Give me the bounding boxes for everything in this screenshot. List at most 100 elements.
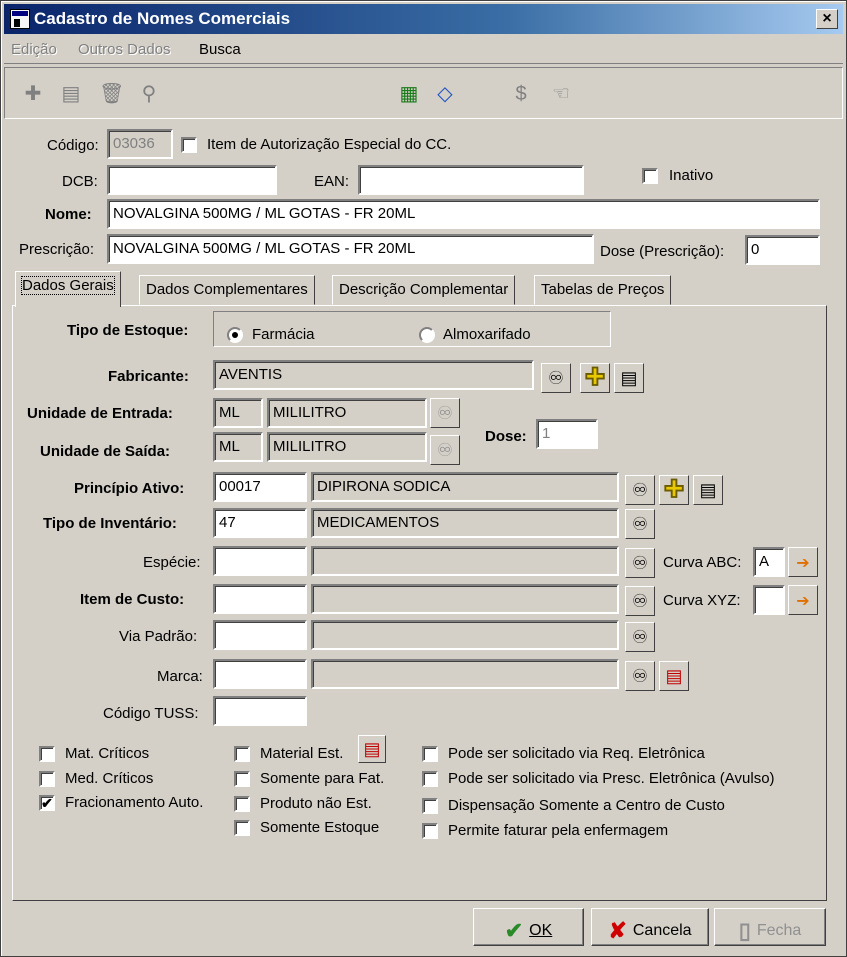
plus-icon: ✚ [584,364,606,392]
req-eletronica-checkbox[interactable] [422,746,438,762]
dose-prescricao-field[interactable]: 0 [745,235,820,265]
item-custo-label: Item de Custo: [80,591,185,608]
trash-icon[interactable]: 🗑 [99,82,124,106]
principio-ativo-add-button[interactable]: ✚ [659,475,689,505]
door-icon: ▯ [738,918,751,943]
fabricante-field[interactable]: AVENTIS [213,360,534,390]
binoculars-icon: ♾ [631,627,649,647]
ean-field[interactable] [358,165,584,195]
dose-field[interactable]: 1 [536,419,598,449]
unidade-entrada-search-button[interactable]: ♾ [430,398,460,428]
marca-code[interactable] [213,659,307,689]
dollar-icon[interactable]: $ [509,82,533,106]
tipo-inventario-search-button[interactable]: ♾ [625,509,655,539]
arrow-right-icon: ➔ [796,555,810,572]
item-custo-search-button[interactable]: ♾ [625,586,655,616]
tab-dados-complementares[interactable]: Dados Complementares [139,275,315,305]
marca-new-button[interactable]: ▤ [659,661,689,691]
binoculars-icon: ♾ [631,480,649,500]
via-padrao-search-button[interactable]: ♾ [625,622,655,652]
ok-button[interactable]: ✔ OK [473,908,584,946]
menu-busca[interactable]: Busca [199,41,241,58]
window-title: Cadastro de Nomes Comerciais [34,9,291,28]
binoculars-icon: ♾ [436,403,454,423]
menu-outros-dados[interactable]: Outros Dados [78,41,171,58]
dispensacao-cc-checkbox[interactable] [422,798,438,814]
curva-xyz-button[interactable]: ➔ [788,585,818,615]
material-est-button[interactable]: ▤ [358,735,386,763]
marca-desc[interactable] [311,659,619,689]
prescricao-field[interactable]: NOVALGINA 500MG / ML GOTAS - FR 20ML [107,234,594,264]
tab-dados-gerais[interactable]: Dados Gerais [15,271,121,307]
especie-label: Espécie: [143,554,201,571]
binoculars-icon[interactable]: ⚲ [137,82,161,106]
unidade-saida-search-button[interactable]: ♾ [430,435,460,465]
faturar-enfermagem-label: Permite faturar pela enfermagem [448,822,669,839]
curva-abc-field[interactable]: A [753,547,785,577]
curva-xyz-field[interactable] [753,585,785,615]
principio-ativo-edit-button[interactable]: ▤ [693,475,723,505]
unidade-saida-desc[interactable]: MILILITRO [267,432,427,462]
eraser-icon[interactable]: ◇ [433,82,457,106]
principio-ativo-desc[interactable]: DIPIRONA SODICA [311,472,619,502]
somente-fat-checkbox[interactable] [234,771,250,787]
excel-icon[interactable]: ▦ [397,82,421,106]
tab-tabelas-precos[interactable]: Tabelas de Preços [534,275,672,305]
marca-search-button[interactable]: ♾ [625,661,655,691]
unidade-saida-code[interactable]: ML [213,432,263,462]
mat-criticos-label: Mat. Críticos [65,745,150,762]
check-icon: ✔ [504,918,524,943]
curva-abc-button[interactable]: ➔ [788,547,818,577]
binoculars-icon: ♾ [436,440,454,460]
nome-field[interactable]: NOVALGINA 500MG / ML GOTAS - FR 20ML [107,199,820,229]
binoculars-icon: ♾ [631,666,649,686]
close-button[interactable]: × [816,9,838,29]
especie-code[interactable] [213,546,307,576]
binoculars-icon: ♾ [631,553,649,573]
tab-descricao-complementar[interactable]: Descrição Complementar [332,275,516,305]
title-bar[interactable]: Cadastro de Nomes Comerciais × [4,4,843,34]
presc-eletronica-checkbox[interactable] [422,771,438,787]
plus-icon[interactable]: ✚ [21,82,45,106]
dcb-field[interactable] [107,165,277,195]
farmacia-radio[interactable] [227,327,243,343]
edit-icon: ▤ [699,480,717,500]
material-est-checkbox[interactable] [234,746,250,762]
cancela-button[interactable]: ✘ Cancela [591,908,709,946]
codigo-tuss-field[interactable] [213,696,307,726]
fabricante-search-button[interactable]: ♾ [541,363,571,393]
item-autorizacao-checkbox[interactable] [181,137,197,153]
inativo-checkbox[interactable] [642,168,658,184]
especie-desc[interactable] [311,546,619,576]
fabricante-add-button[interactable]: ✚ [580,363,610,393]
tipo-inventario-desc[interactable]: MEDICAMENTOS [311,508,619,538]
binoculars-icon: ♾ [631,591,649,611]
item-custo-code[interactable] [213,584,307,614]
produto-nao-est-checkbox[interactable] [234,796,250,812]
new-document-icon: ▤ [363,739,381,759]
via-padrao-desc[interactable] [311,620,619,650]
marca-label: Marca: [157,668,203,685]
principio-ativo-code[interactable]: 00017 [213,472,307,502]
menu-edicao[interactable]: Edição [11,41,57,58]
fecha-button[interactable]: ▯ Fecha [714,908,826,946]
unidade-entrada-desc[interactable]: MILILITRO [267,398,427,428]
edit-icon[interactable]: ▤ [59,82,83,106]
mat-criticos-checkbox[interactable] [39,746,55,762]
unidade-entrada-code[interactable]: ML [213,398,263,428]
tipo-inventario-label: Tipo de Inventário: [43,515,177,532]
somente-estoque-checkbox[interactable] [234,820,250,836]
via-padrao-code[interactable] [213,620,307,650]
codigo-field[interactable]: 03036 [107,129,173,159]
fabricante-edit-button[interactable]: ▤ [614,363,644,393]
codigo-tuss-label: Código TUSS: [103,705,199,722]
hand-icon[interactable]: ☜ [549,82,573,106]
item-custo-desc[interactable] [311,584,619,614]
med-criticos-checkbox[interactable] [39,771,55,787]
especie-search-button[interactable]: ♾ [625,548,655,578]
fracionamento-auto-checkbox[interactable]: ✔ [39,795,55,811]
principio-ativo-search-button[interactable]: ♾ [625,475,655,505]
faturar-enfermagem-checkbox[interactable] [422,823,438,839]
tipo-inventario-code[interactable]: 47 [213,508,307,538]
almoxarifado-radio[interactable] [419,327,435,343]
